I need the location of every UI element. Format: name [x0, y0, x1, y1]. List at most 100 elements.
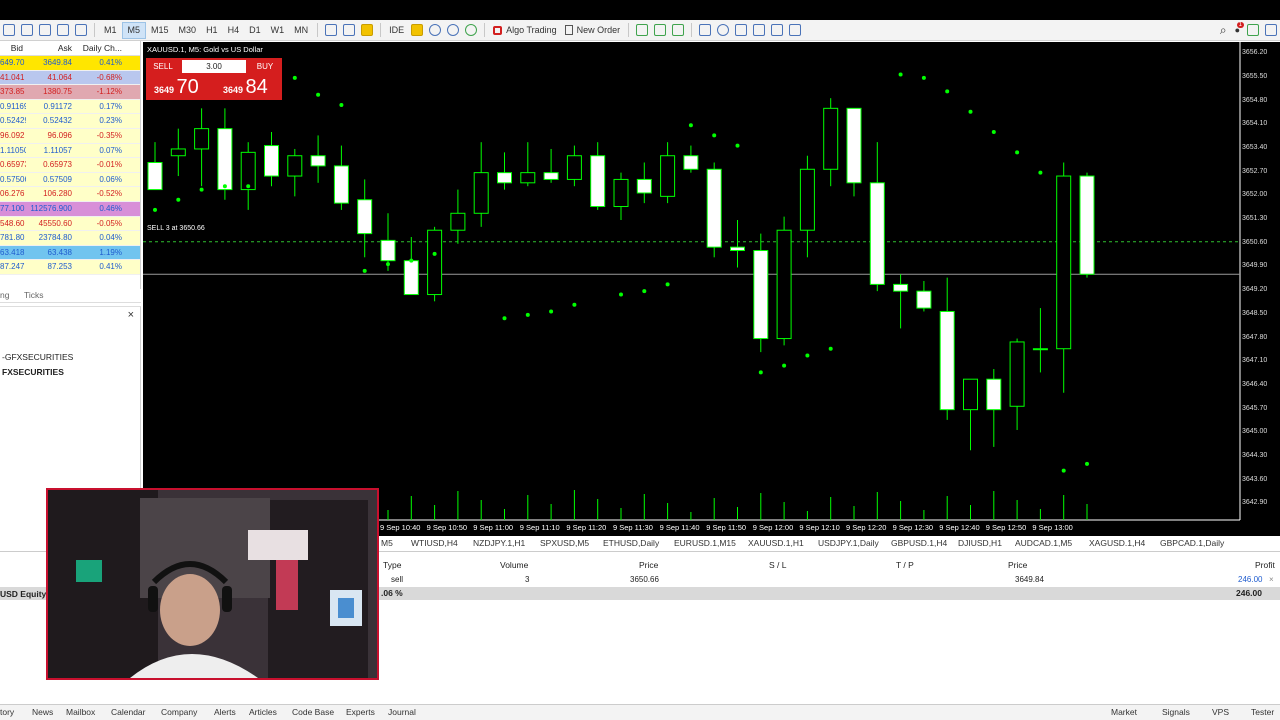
status-tab-tory[interactable]: tory	[0, 707, 14, 717]
status-signals-button[interactable]: Signals	[1162, 707, 1190, 717]
status-tab-articles[interactable]: Articles	[249, 707, 277, 717]
dollar-icon[interactable]	[361, 24, 374, 36]
symbol-tab[interactable]: ETHUSD,Daily	[603, 538, 659, 548]
close-position-icon[interactable]: ×	[1269, 575, 1274, 584]
market-watch-row[interactable]: 06.276 106.280 -0.52%	[0, 187, 140, 202]
market-watch-row[interactable]: 0.65973 0.65973 -0.01%	[0, 158, 140, 173]
symbol-tab[interactable]: XAUUSD.1,H1	[748, 538, 804, 548]
market-watch-row[interactable]: 0.91169 0.91172 0.17%	[0, 99, 140, 115]
timeframe-m30-button[interactable]: M30	[174, 22, 202, 39]
signal-icon[interactable]	[429, 24, 442, 36]
market-icon[interactable]	[1247, 24, 1259, 36]
symbol-tab[interactable]: EURUSD.1,M15	[674, 538, 736, 548]
symbol-tab[interactable]: GBPCAD.1,Daily	[1160, 538, 1224, 548]
price-chart[interactable]: XAUUSD.1, M5: Gold vs US Dollar SELL 3.0…	[143, 42, 1280, 536]
lock-icon[interactable]	[411, 24, 424, 36]
chart-shift-icon[interactable]	[771, 24, 784, 36]
daily-change-header[interactable]: Daily Ch...	[75, 41, 125, 56]
server-item[interactable]: -GFXSECURITIES	[2, 352, 73, 362]
templates-icon[interactable]	[343, 24, 356, 36]
timeframe-h4-button[interactable]: H4	[223, 22, 245, 39]
col-sl[interactable]: S / L	[769, 560, 786, 570]
bid-header[interactable]: Bid	[0, 41, 26, 56]
status-tab-alerts[interactable]: Alerts	[214, 707, 236, 717]
timeframe-d1-button[interactable]: D1	[244, 22, 266, 39]
market-watch-row[interactable]: 781.80 23784.80 0.04%	[0, 231, 140, 246]
algo-trading-button[interactable]: Algo Trading	[489, 22, 561, 39]
status-vps-button[interactable]: VPS	[1212, 707, 1229, 717]
chart-bars-icon[interactable]	[3, 24, 15, 36]
zoom-in-icon[interactable]	[717, 24, 730, 36]
status-tab-news[interactable]: News	[32, 707, 53, 717]
search-icon[interactable]: ⌕	[1216, 22, 1231, 39]
col-type[interactable]: Type	[383, 560, 401, 570]
globe-icon[interactable]	[465, 24, 478, 36]
cloud-icon[interactable]	[447, 24, 460, 36]
notifications-icon[interactable]: ● 1	[1231, 21, 1244, 39]
col-price[interactable]: Price	[639, 560, 658, 570]
col-volume[interactable]: Volume	[500, 560, 528, 570]
new-order-button[interactable]: New Order	[561, 22, 625, 39]
depth-icon[interactable]	[636, 24, 649, 36]
symbol-tab[interactable]: USDJPY.1,Daily	[818, 538, 879, 548]
timeframe-m15-button[interactable]: M15	[146, 22, 174, 39]
buy-button[interactable]: BUY	[250, 60, 280, 73]
crosshair-icon[interactable]	[699, 24, 712, 36]
status-tab-company[interactable]: Company	[161, 707, 197, 717]
indicators-icon[interactable]	[325, 24, 338, 36]
market-watch-row[interactable]: 548.60 45550.60 -0.05%	[0, 216, 140, 232]
status-tab-mailbox[interactable]: Mailbox	[66, 707, 95, 717]
market-watch-row[interactable]: 1.11050 1.11057 0.07%	[0, 143, 140, 159]
timeframe-m5-button[interactable]: M5	[121, 21, 147, 39]
market-watch-row[interactable]: 77.100 112576.900 0.46%	[0, 201, 140, 217]
market-watch-row[interactable]: 41.041 41.064 -0.68%	[0, 70, 140, 86]
line-chart-icon[interactable]	[39, 24, 51, 36]
buy-price[interactable]: 3649 84	[223, 76, 268, 99]
server-item[interactable]: FXSECURITIES	[2, 367, 64, 377]
timeframe-w1-button[interactable]: W1	[266, 22, 290, 39]
symbol-tab[interactable]: GBPUSD.1,H4	[891, 538, 947, 548]
text-icon[interactable]	[57, 24, 69, 36]
symbol-tab[interactable]: XAGUSD.1,H4	[1089, 538, 1145, 548]
market-watch-row[interactable]: 0.52429 0.52432 0.23%	[0, 114, 140, 129]
status-tab-journal[interactable]: Journal	[388, 707, 416, 717]
sell-button[interactable]: SELL	[148, 60, 178, 73]
status-tab-experts[interactable]: Experts	[346, 707, 375, 717]
status-tab-calendar[interactable]: Calendar	[111, 707, 146, 717]
symbol-tab[interactable]: DJIUSD,H1	[958, 538, 1002, 548]
symbol-tab[interactable]: WTIUSD,H4	[411, 538, 458, 548]
signals-chart-icon[interactable]	[672, 24, 685, 36]
market-watch-row[interactable]: 373.85 1380.75 -1.12%	[0, 85, 140, 100]
market-watch-row[interactable]: 87.247 87.253 0.41%	[0, 260, 140, 275]
status-tab-code-base[interactable]: Code Base	[292, 707, 334, 717]
screenshot-icon[interactable]	[789, 24, 802, 36]
ide-button[interactable]: IDE	[385, 22, 408, 39]
market-watch-row[interactable]: 0.57506 0.57509 0.06%	[0, 172, 140, 188]
timeframe-m1-button[interactable]: M1	[99, 22, 122, 39]
tab-ticks[interactable]: Ticks	[24, 290, 44, 300]
status-market-button[interactable]: Market	[1111, 707, 1137, 717]
symbol-tab[interactable]: NZDJPY.1,H1	[473, 538, 525, 548]
ask-header[interactable]: Ask	[26, 41, 75, 56]
market-watch-row[interactable]: 63.418 63.438 1.19%	[0, 245, 140, 261]
close-icon[interactable]: ×	[128, 309, 134, 321]
timeframe-h1-button[interactable]: H1	[201, 22, 223, 39]
candles-icon[interactable]	[21, 24, 33, 36]
market-watch-row[interactable]: 649.70 3649.84 0.41%	[0, 56, 140, 71]
autoscroll-icon[interactable]	[753, 24, 766, 36]
symbol-tab[interactable]: AUDCAD.1,M5	[1015, 538, 1072, 548]
user-icon[interactable]	[1265, 24, 1277, 36]
volume-input[interactable]: 3.00	[182, 60, 246, 73]
sell-price[interactable]: 3649 70	[154, 76, 199, 99]
col-tp[interactable]: T / P	[896, 560, 914, 570]
status-tester-button[interactable]: Tester	[1251, 707, 1274, 717]
symbol-tab[interactable]: SPXUSD,M5	[540, 538, 589, 548]
grid-icon[interactable]	[735, 24, 748, 36]
timeframe-mn-button[interactable]: MN	[289, 22, 313, 39]
trade-icon[interactable]	[654, 24, 667, 36]
col-current-price[interactable]: Price	[1008, 560, 1027, 570]
tab-trading[interactable]: ng	[0, 290, 9, 300]
objects-icon[interactable]	[75, 24, 87, 36]
symbol-tab[interactable]: M5	[381, 538, 393, 548]
market-watch-row[interactable]: 96.092 96.096 -0.35%	[0, 128, 140, 144]
